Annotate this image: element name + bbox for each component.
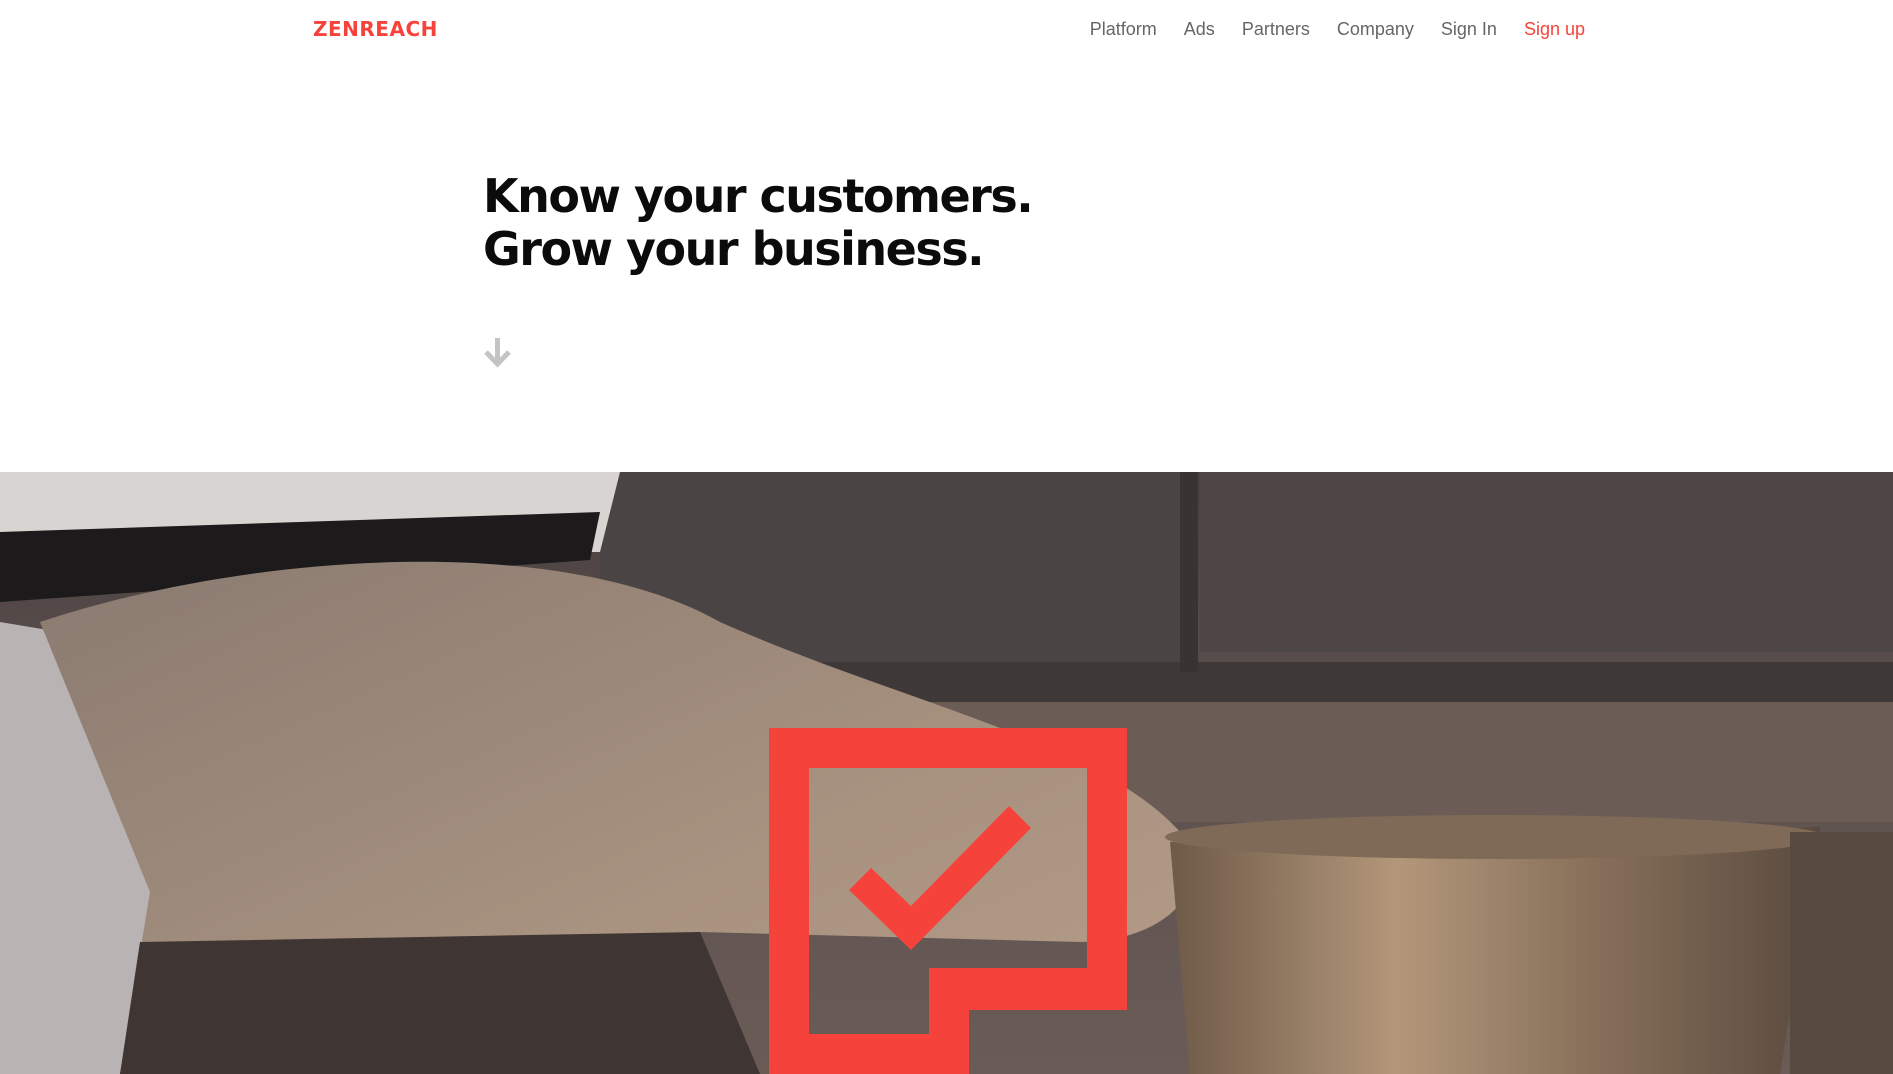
main-nav: Platform Ads Partners Company Sign In Si…: [1090, 17, 1585, 41]
nav-link-sign-up[interactable]: Sign up: [1524, 17, 1585, 41]
nav-link-company[interactable]: Company: [1337, 17, 1414, 41]
nav-link-partners[interactable]: Partners: [1242, 17, 1310, 41]
hero-photo: [0, 472, 1893, 1074]
site-header: ZENREACH Platform Ads Partners Company S…: [0, 0, 1893, 60]
nav-link-ads[interactable]: Ads: [1184, 17, 1215, 41]
hero-headline-line-1: Know your customers.: [483, 169, 1034, 223]
hero-headline: Know your customers. Grow your business.: [483, 169, 1034, 276]
checkbox-logo-icon: [769, 728, 1127, 1074]
nav-link-platform[interactable]: Platform: [1090, 17, 1157, 41]
page: ZENREACH Platform Ads Partners Company S…: [0, 0, 1893, 1074]
hero-headline-line-2: Grow your business.: [483, 222, 985, 276]
arrow-down-icon[interactable]: [484, 338, 511, 368]
zenreach-logo[interactable]: ZENREACH: [313, 17, 438, 41]
nav-link-sign-in[interactable]: Sign In: [1441, 17, 1497, 41]
